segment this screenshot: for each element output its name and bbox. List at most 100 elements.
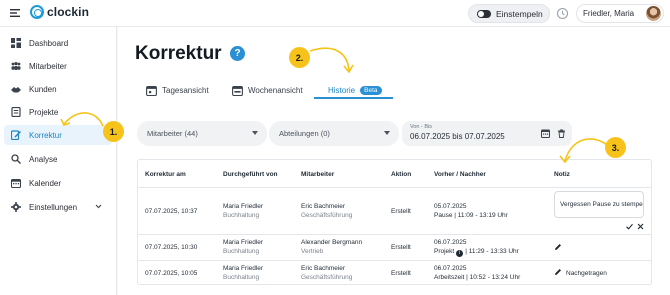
sidebar-item-employees[interactable]: Mitarbeiter bbox=[4, 56, 112, 76]
tab-label: Historie bbox=[328, 85, 356, 95]
change-detail: Arbeitszeit | 10:52 - 13:24 Uhr bbox=[434, 274, 521, 281]
caret-down-icon bbox=[384, 131, 390, 135]
sidebar-item-label: Dashboard bbox=[29, 38, 69, 48]
pencil-icon[interactable] bbox=[554, 268, 562, 276]
employee-filter-value: Mitarbeiter (44) bbox=[147, 129, 198, 138]
user-menu[interactable]: Friedler, Maria bbox=[576, 4, 664, 23]
sidebar-item-label: Kalender bbox=[29, 178, 62, 188]
tab-day-view[interactable]: Tagesansicht bbox=[146, 82, 209, 98]
sidebar-item-label: Analyse bbox=[29, 154, 58, 164]
date-range-picker[interactable]: Von - Bis 06.07.2025 bis 07.07.2025 bbox=[402, 121, 572, 146]
employee-dept: Geschäftsführung bbox=[301, 274, 353, 281]
logo[interactable]: clockin bbox=[30, 5, 89, 19]
change-detail-line: Projekt i | 11:29 - 13:33 Uhr bbox=[434, 247, 519, 257]
calendar-icon[interactable] bbox=[541, 129, 550, 138]
performed-by: Maria Friedler Buchhaltung bbox=[223, 238, 263, 256]
dashboard-icon bbox=[11, 38, 21, 48]
pencil-icon[interactable] bbox=[554, 243, 562, 251]
performed-by-dept: Buchhaltung bbox=[223, 274, 260, 281]
employee: Eric Bachmeier Geschäftsführung bbox=[301, 202, 352, 220]
sidebar-item-analysis[interactable]: Analyse bbox=[4, 149, 112, 169]
action: Erstellt bbox=[391, 270, 411, 277]
department-filter-value: Abteilungen (0) bbox=[279, 129, 330, 138]
performed-by-name: Maria Friedler bbox=[223, 239, 264, 246]
employee-name: Eric Bachmeier bbox=[301, 203, 346, 210]
tab-label: Tagesansicht bbox=[162, 85, 209, 95]
change-date: 06.07.2025 bbox=[434, 239, 467, 246]
caret-down-icon bbox=[252, 131, 258, 135]
note-text: Nachgetragen bbox=[566, 270, 607, 277]
row-divider bbox=[138, 187, 651, 188]
info-icon[interactable]: i bbox=[456, 250, 464, 257]
sidebar-item-label: Kunden bbox=[29, 84, 57, 94]
sidebar-item-dashboard[interactable]: Dashboard bbox=[4, 33, 112, 53]
action: Erstellt bbox=[391, 208, 411, 215]
avatar bbox=[646, 6, 661, 21]
employee-filter-select[interactable]: Mitarbeiter (44) bbox=[137, 121, 267, 146]
correction-icon bbox=[11, 130, 21, 140]
employee-name: Alexander Bergmann bbox=[301, 239, 363, 246]
change-date: 06.07.2025 bbox=[434, 265, 467, 272]
help-icon[interactable]: ? bbox=[230, 46, 245, 61]
department-filter-select[interactable]: Abteilungen (0) bbox=[269, 121, 399, 146]
column-header: Vorher / Nachher bbox=[434, 171, 486, 178]
collapse-menu-icon[interactable] bbox=[10, 8, 20, 18]
active-tab-indicator bbox=[314, 97, 393, 99]
tab-history[interactable]: Historie Beta bbox=[328, 82, 382, 98]
before-after: 06.07.2025 Arbeitszeit | 10:52 - 13:24 U… bbox=[434, 264, 520, 282]
user-name: Friedler, Maria bbox=[583, 9, 635, 18]
change-prefix: Projekt bbox=[434, 248, 455, 255]
column-header: Notiz bbox=[554, 171, 570, 178]
sidebar-item-settings[interactable]: Einstellungen bbox=[4, 197, 112, 217]
before-after: 06.07.2025 Projekt i | 11:29 - 13:33 Uhr bbox=[434, 238, 519, 257]
clock-in-label: Einstempeln bbox=[496, 8, 543, 19]
step-marker-1: 1. bbox=[103, 121, 124, 142]
change-detail: | 11:29 - 13:33 Uhr bbox=[465, 248, 519, 255]
projects-icon bbox=[11, 107, 21, 117]
history-icon[interactable] bbox=[556, 7, 569, 20]
tab-label: Wochenansicht bbox=[248, 85, 303, 95]
step-marker-2: 2. bbox=[289, 47, 310, 68]
column-header: Durchgeführt von bbox=[223, 171, 278, 178]
correction-date: 07.07.2025, 10:30 bbox=[145, 244, 198, 251]
sidebar: Dashboard Mitarbeiter Kunden Projekte Ko… bbox=[0, 27, 117, 295]
row-divider bbox=[138, 234, 651, 235]
beta-badge: Beta bbox=[360, 85, 382, 95]
change-date: 05.07.2025 bbox=[434, 203, 467, 210]
sidebar-item-label: Korrektur bbox=[29, 130, 62, 140]
calendar-icon bbox=[11, 178, 21, 188]
column-header: Korrektur am bbox=[145, 171, 186, 178]
calendar-day-icon bbox=[146, 85, 157, 96]
performed-by: Maria Friedler Buchhaltung bbox=[223, 264, 263, 282]
close-icon[interactable] bbox=[637, 223, 644, 230]
row-divider bbox=[138, 260, 651, 261]
employee-dept: Geschäftsführung bbox=[301, 212, 353, 219]
change-detail: Pause | 11:09 - 13:19 Uhr bbox=[434, 212, 508, 219]
employee-dept: Vertrieb bbox=[301, 248, 324, 255]
correction-date: 07.07.2025, 10:37 bbox=[145, 208, 198, 215]
sidebar-item-customers[interactable]: Kunden bbox=[4, 79, 112, 99]
sidebar-item-label: Mitarbeiter bbox=[29, 61, 67, 71]
chevron-down-icon bbox=[95, 204, 102, 209]
performed-by-dept: Buchhaltung bbox=[223, 248, 260, 255]
column-header: Mitarbeiter bbox=[301, 171, 335, 178]
page-title: Korrektur bbox=[135, 43, 222, 64]
clock-in-toggle[interactable]: Einstempeln bbox=[468, 4, 550, 23]
logo-mark-icon bbox=[30, 5, 44, 19]
performed-by-dept: Buchhaltung bbox=[223, 212, 260, 219]
sidebar-item-label: Projekte bbox=[29, 107, 59, 117]
before-after: 05.07.2025 Pause | 11:09 - 13:19 Uhr bbox=[434, 202, 508, 220]
tab-week-view[interactable]: Wochenansicht bbox=[232, 82, 303, 98]
sidebar-item-calendar[interactable]: Kalender bbox=[4, 173, 112, 193]
check-icon[interactable] bbox=[626, 223, 633, 230]
performed-by: Maria Friedler Buchhaltung bbox=[223, 202, 263, 220]
column-header: Aktion bbox=[391, 171, 412, 178]
step-3-arrow-icon bbox=[559, 138, 608, 164]
employee-name: Eric Bachmeier bbox=[301, 265, 346, 272]
employee: Eric Bachmeier Geschäftsführung bbox=[301, 264, 352, 282]
top-bar: clockin Einstempeln Friedler, Maria bbox=[0, 0, 670, 27]
date-range-value: 06.07.2025 bis 07.07.2025 bbox=[410, 132, 505, 141]
note-input[interactable]: Vergessen Pause zu stempeln bbox=[554, 191, 644, 218]
analysis-icon bbox=[11, 154, 21, 164]
action: Erstellt bbox=[391, 244, 411, 251]
